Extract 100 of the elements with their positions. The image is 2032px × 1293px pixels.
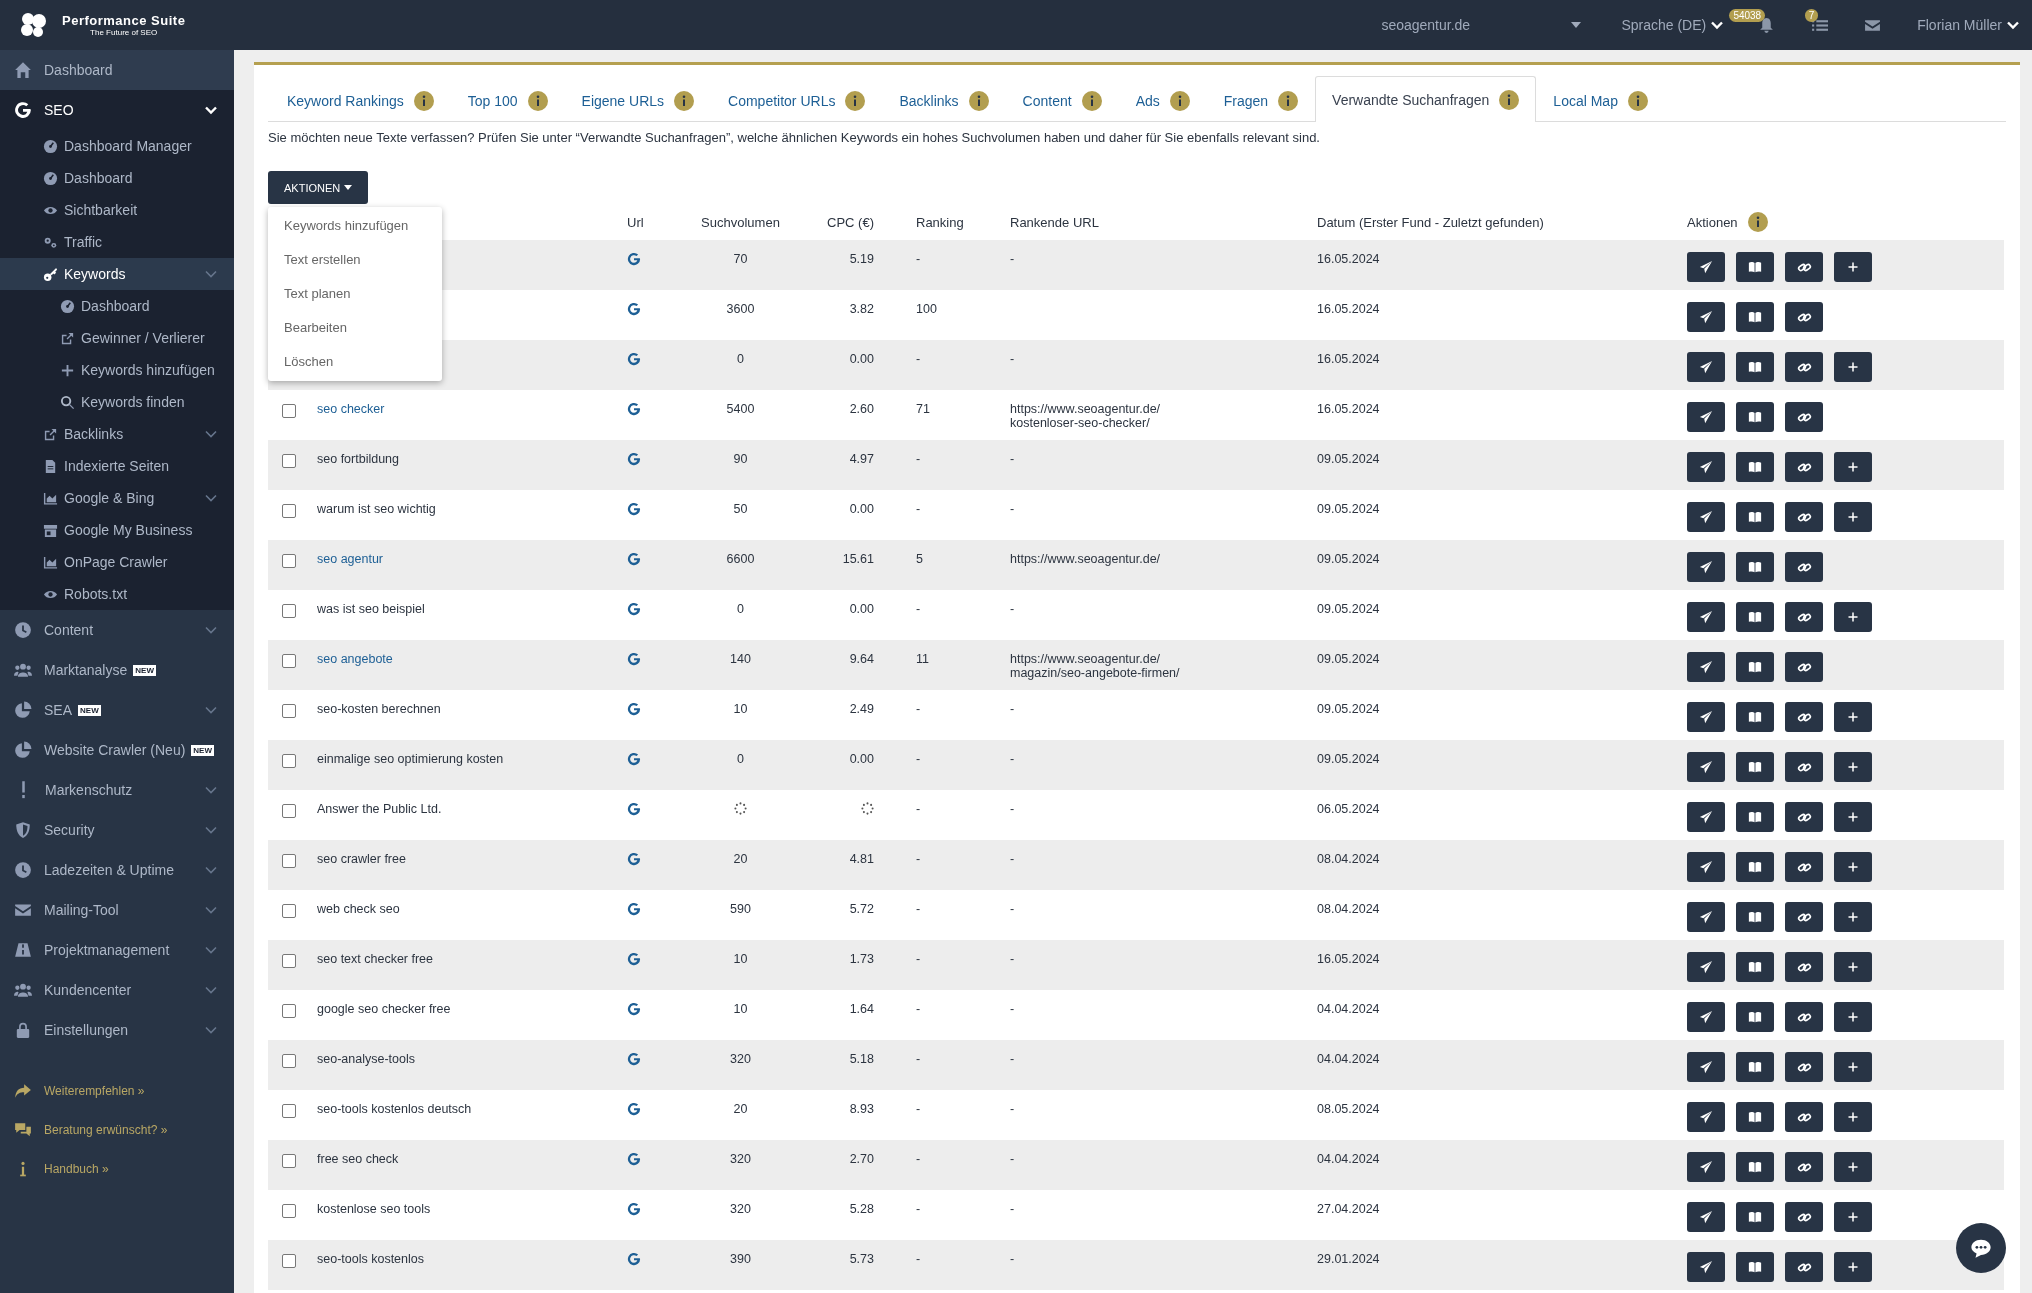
row-checkbox[interactable] xyxy=(282,1104,296,1118)
user-menu[interactable]: Florian Müller xyxy=(1917,17,2020,33)
link-button[interactable] xyxy=(1785,852,1823,882)
book-button[interactable] xyxy=(1736,252,1774,282)
send-button[interactable] xyxy=(1687,602,1725,632)
link-button[interactable] xyxy=(1785,1152,1823,1182)
row-checkbox[interactable] xyxy=(282,804,296,818)
sidebar-link[interactable]: Handbuch » xyxy=(0,1156,234,1182)
book-button[interactable] xyxy=(1736,802,1774,832)
book-button[interactable] xyxy=(1736,552,1774,582)
send-button[interactable] xyxy=(1687,1052,1725,1082)
sidebar-link[interactable]: Beratung erwünscht? » xyxy=(0,1117,234,1143)
sidebar-item[interactable]: OnPage Crawler xyxy=(0,546,234,578)
send-button[interactable] xyxy=(1687,852,1725,882)
info-icon[interactable] xyxy=(968,90,989,111)
menu-item[interactable]: Bearbeiten xyxy=(268,311,442,345)
sidebar-item[interactable]: Google My Business xyxy=(0,514,234,546)
add-button[interactable] xyxy=(1834,1152,1872,1182)
book-button[interactable] xyxy=(1736,1202,1774,1232)
language-select[interactable]: Sprache (DE) xyxy=(1621,17,1725,33)
book-button[interactable] xyxy=(1736,402,1774,432)
add-button[interactable] xyxy=(1834,752,1872,782)
add-button[interactable] xyxy=(1834,902,1872,932)
sidebar-item[interactable]: Keywords hinzufügen xyxy=(0,354,234,386)
link-button[interactable] xyxy=(1785,402,1823,432)
sidebar-item[interactable]: Indexierte Seiten xyxy=(0,450,234,482)
send-button[interactable] xyxy=(1687,452,1725,482)
link-button[interactable] xyxy=(1785,1052,1823,1082)
menu-item[interactable]: Löschen xyxy=(268,345,442,379)
info-icon[interactable] xyxy=(845,90,866,111)
tab[interactable]: Fragen xyxy=(1206,78,1316,122)
book-button[interactable] xyxy=(1736,352,1774,382)
sidebar-item[interactable]: SEA NEW xyxy=(0,690,234,730)
book-button[interactable] xyxy=(1736,702,1774,732)
add-button[interactable] xyxy=(1834,352,1872,382)
add-button[interactable] xyxy=(1834,602,1872,632)
send-button[interactable] xyxy=(1687,352,1725,382)
actions-button[interactable]: AKTIONEN xyxy=(268,171,369,204)
send-button[interactable] xyxy=(1687,652,1725,682)
send-button[interactable] xyxy=(1687,552,1725,582)
tab[interactable]: Eigene URLs xyxy=(564,78,712,122)
keyword-text[interactable]: seo angebote xyxy=(317,652,393,666)
row-checkbox[interactable] xyxy=(282,854,296,868)
book-button[interactable] xyxy=(1736,302,1774,332)
add-button[interactable] xyxy=(1834,1052,1872,1082)
menu-item[interactable]: Keywords hinzufügen xyxy=(268,209,442,243)
book-button[interactable] xyxy=(1736,752,1774,782)
info-icon[interactable] xyxy=(1278,90,1299,111)
info-icon[interactable] xyxy=(1627,90,1648,111)
book-button[interactable] xyxy=(1736,902,1774,932)
book-button[interactable] xyxy=(1736,652,1774,682)
sidebar-item[interactable]: Kundencenter xyxy=(0,970,234,1010)
tab[interactable]: Content xyxy=(1005,78,1119,122)
add-button[interactable] xyxy=(1834,802,1872,832)
send-button[interactable] xyxy=(1687,1152,1725,1182)
sidebar-item[interactable]: Marktanalyse NEW xyxy=(0,650,234,690)
send-button[interactable] xyxy=(1687,402,1725,432)
book-button[interactable] xyxy=(1736,952,1774,982)
info-icon[interactable] xyxy=(1081,90,1102,111)
link-button[interactable] xyxy=(1785,302,1823,332)
add-button[interactable] xyxy=(1834,852,1872,882)
sidebar-item[interactable]: Keywords finden xyxy=(0,386,234,418)
link-button[interactable] xyxy=(1785,752,1823,782)
tab[interactable]: Competitor URLs xyxy=(711,78,883,122)
link-button[interactable] xyxy=(1785,702,1823,732)
link-button[interactable] xyxy=(1785,1202,1823,1232)
add-button[interactable] xyxy=(1834,1002,1872,1032)
row-checkbox[interactable] xyxy=(282,554,296,568)
add-button[interactable] xyxy=(1834,952,1872,982)
row-checkbox[interactable] xyxy=(282,1154,296,1168)
tab[interactable]: Keyword Rankings xyxy=(270,78,451,122)
book-button[interactable] xyxy=(1736,1252,1774,1282)
sidebar-item[interactable]: Robots.txt xyxy=(0,578,234,610)
sidebar-item[interactable]: Dashboard xyxy=(0,290,234,322)
sidebar-item[interactable]: Ladezeiten & Uptime xyxy=(0,850,234,890)
row-checkbox[interactable] xyxy=(282,604,296,618)
add-button[interactable] xyxy=(1834,1252,1872,1282)
domain-select[interactable]: seoagentur.de xyxy=(1381,17,1582,33)
link-button[interactable] xyxy=(1785,802,1823,832)
link-button[interactable] xyxy=(1785,1252,1823,1282)
link-button[interactable] xyxy=(1785,652,1823,682)
sidebar-link[interactable]: Weiterempfehlen » xyxy=(0,1078,234,1104)
tab[interactable]: Top 100 xyxy=(450,78,565,122)
tab[interactable]: Ads xyxy=(1118,78,1207,122)
book-button[interactable] xyxy=(1736,1102,1774,1132)
book-button[interactable] xyxy=(1736,1002,1774,1032)
send-button[interactable] xyxy=(1687,302,1725,332)
add-button[interactable] xyxy=(1834,1202,1872,1232)
send-button[interactable] xyxy=(1687,1252,1725,1282)
link-button[interactable] xyxy=(1785,602,1823,632)
sidebar-item[interactable]: Gewinner / Verlierer xyxy=(0,322,234,354)
info-icon[interactable] xyxy=(1747,212,1768,232)
tab[interactable]: Verwandte Suchanfragen xyxy=(1315,76,1537,122)
add-button[interactable] xyxy=(1834,252,1872,282)
row-checkbox[interactable] xyxy=(282,504,296,518)
link-button[interactable] xyxy=(1785,952,1823,982)
sidebar-item[interactable]: Projektmanagement xyxy=(0,930,234,970)
menu-item[interactable]: Text erstellen xyxy=(268,243,442,277)
info-icon[interactable] xyxy=(413,90,434,111)
send-button[interactable] xyxy=(1687,952,1725,982)
